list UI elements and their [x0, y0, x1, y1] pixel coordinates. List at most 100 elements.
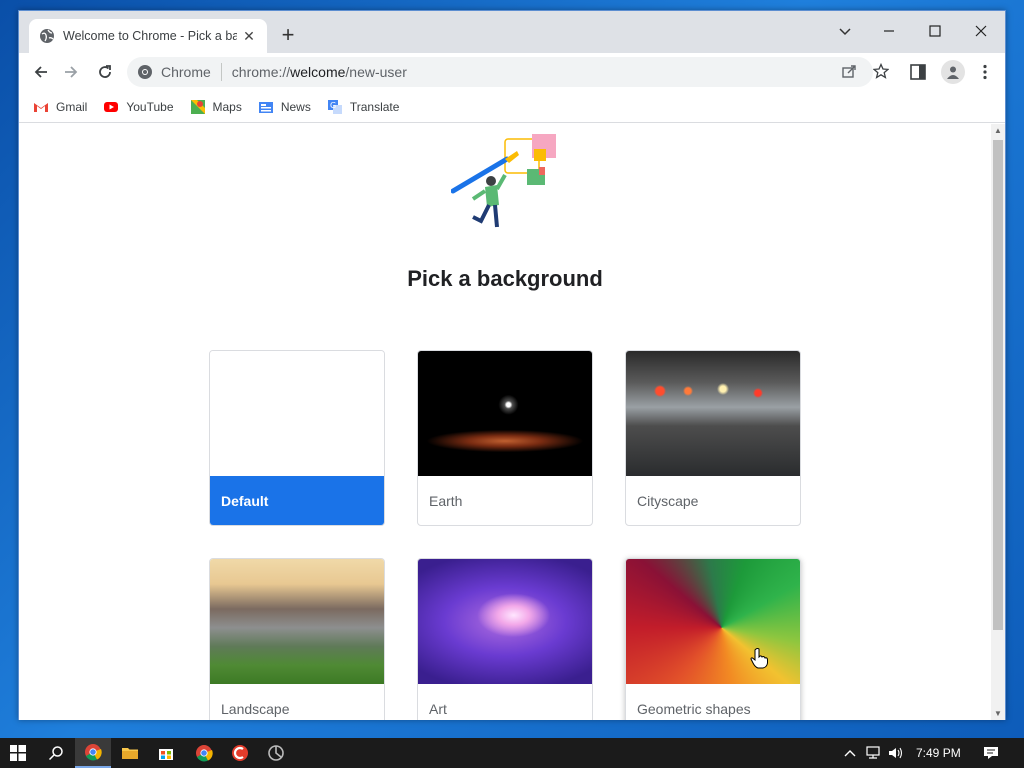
maximize-icon: [929, 25, 941, 37]
scroll-up-icon[interactable]: ▲: [994, 126, 1002, 135]
tab-title: Welcome to Chrome - Pick a bac: [63, 29, 237, 43]
avatar-icon: [947, 66, 959, 79]
scroll-thumb[interactable]: [993, 140, 1003, 630]
chrome-logo-icon: [138, 65, 152, 79]
tray-overflow-icon[interactable]: [842, 746, 858, 760]
url-path: /new-user: [345, 64, 407, 80]
windows-taskbar: 7:49 PM: [0, 738, 1024, 768]
url-prefix: chrome://: [231, 64, 291, 80]
bookmark-label: Translate: [349, 99, 400, 114]
gmail-icon: [34, 102, 48, 112]
more-menu-button[interactable]: [975, 61, 995, 83]
app-icon: [268, 745, 284, 761]
close-window-button[interactable]: [961, 17, 1001, 45]
bookmark-translate[interactable]: G Translate: [327, 99, 400, 115]
bookmark-gmail[interactable]: Gmail: [33, 99, 87, 115]
youtube-icon: [104, 101, 119, 112]
bookmarks-bar: Gmail YouTube Maps News G Translate: [19, 91, 1005, 123]
art-thumbnail: [418, 559, 592, 684]
url-host: welcome: [290, 64, 346, 80]
taskbar-ccleaner[interactable]: [222, 738, 258, 768]
background-option-landscape[interactable]: Landscape: [209, 558, 385, 720]
side-panel-icon: [910, 64, 926, 80]
page-title: Pick a background: [407, 266, 603, 291]
reload-icon: [99, 65, 111, 78]
background-option-art[interactable]: Art: [417, 558, 593, 720]
forward-button[interactable]: [59, 60, 83, 84]
chrome-window: Welcome to Chrome - Pick a bac ✕ + Chrom…: [18, 10, 1006, 720]
background-option-cityscape[interactable]: Cityscape: [625, 350, 801, 526]
chrome-icon: [196, 745, 213, 762]
kebab-menu-icon: [983, 64, 987, 80]
bookmark-star-button[interactable]: [871, 61, 891, 81]
active-tab[interactable]: Welcome to Chrome - Pick a bac ✕: [29, 19, 267, 53]
search-button[interactable]: [38, 738, 74, 768]
default-thumbnail: [210, 351, 384, 476]
title-bar: Welcome to Chrome - Pick a bac ✕ +: [19, 11, 1005, 53]
taskbar-app[interactable]: [258, 738, 294, 768]
share-icon: [842, 65, 856, 78]
bookmark-label: YouTube: [126, 99, 174, 114]
scroll-down-icon[interactable]: ▼: [994, 709, 1002, 718]
ccleaner-icon: [232, 745, 248, 761]
taskbar-chrome[interactable]: [75, 738, 111, 768]
maps-icon: [190, 99, 205, 114]
translate-icon: G: [327, 99, 342, 114]
taskbar-chrome-2[interactable]: [186, 738, 222, 768]
page-scrollbar[interactable]: ▲ ▼: [991, 124, 1005, 720]
url-text: chrome://welcome/new-user: [232, 64, 407, 80]
bookmark-label: News: [280, 99, 311, 114]
bookmark-youtube[interactable]: YouTube: [103, 99, 174, 115]
taskbar-file-explorer[interactable]: [112, 738, 148, 768]
notifications-icon[interactable]: [982, 745, 1000, 761]
omnibox-separator: [220, 63, 222, 81]
tab-search-button[interactable]: [825, 17, 865, 45]
maximize-button[interactable]: [915, 17, 955, 45]
side-panel-button[interactable]: [909, 63, 927, 81]
store-icon: [159, 749, 173, 760]
hand-cursor-icon: [750, 648, 768, 669]
option-label: Geometric shapes: [637, 701, 751, 717]
desktop-icons-strip: [0, 30, 18, 710]
taskbar-clock[interactable]: 7:49 PM: [916, 738, 961, 768]
background-option-default[interactable]: Default: [209, 350, 385, 526]
new-tab-button[interactable]: +: [277, 24, 299, 47]
cityscape-thumbnail: [626, 351, 800, 476]
arrow-left-icon: [34, 66, 47, 78]
search-icon: [48, 746, 63, 761]
browser-toolbar: Chrome chrome://welcome/new-user: [19, 53, 1005, 91]
background-option-geometric-shapes[interactable]: Geometric shapes: [625, 558, 801, 720]
bookmark-news[interactable]: News: [258, 99, 311, 115]
windows-logo-icon: [10, 745, 26, 761]
option-label: Earth: [429, 493, 463, 509]
option-label: Cityscape: [637, 493, 699, 509]
painter-illustration: [451, 134, 556, 228]
arrow-right-icon: [65, 66, 78, 78]
chrome-icon: [85, 744, 102, 761]
minimize-icon: [884, 30, 894, 32]
tab-close-icon[interactable]: ✕: [241, 28, 257, 44]
bookmark-label: Gmail: [56, 99, 88, 114]
background-option-earth[interactable]: Earth: [417, 350, 593, 526]
back-button[interactable]: [29, 60, 53, 84]
landscape-thumbnail: [210, 559, 384, 684]
bookmark-label: Maps: [212, 99, 242, 114]
network-icon[interactable]: [865, 746, 881, 760]
geometric-shapes-thumbnail: [626, 559, 800, 684]
profile-button[interactable]: [941, 60, 965, 84]
chrome-chip-label: Chrome: [161, 64, 211, 80]
bookmark-maps[interactable]: Maps: [190, 99, 242, 115]
option-label: Default: [210, 476, 384, 525]
share-button[interactable]: [839, 61, 859, 81]
address-bar[interactable]: Chrome chrome://welcome/new-user: [127, 57, 873, 87]
start-button[interactable]: [0, 738, 36, 768]
svg-text:G: G: [330, 101, 336, 110]
volume-icon[interactable]: [888, 746, 904, 760]
star-icon: [873, 63, 889, 79]
folder-icon: [122, 748, 138, 759]
minimize-button[interactable]: [869, 17, 909, 45]
taskbar-store[interactable]: [148, 738, 184, 768]
close-icon: [975, 25, 987, 37]
reload-button[interactable]: [93, 60, 117, 84]
earth-thumbnail: [418, 351, 592, 476]
